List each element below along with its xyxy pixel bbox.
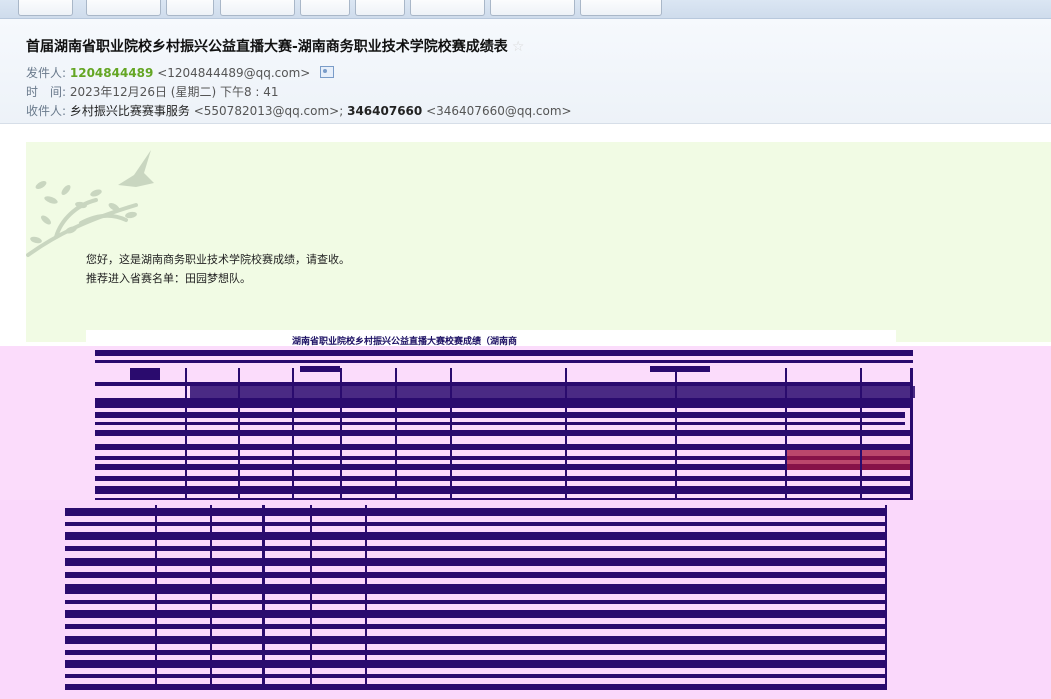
recipient-email[interactable]: <550782013@qq.com>; <box>194 104 344 118</box>
toolbar-button[interactable] <box>490 0 575 16</box>
body-greeting: 您好，这是湖南商务职业技术学院校赛成绩，请查收。 <box>86 253 350 266</box>
toolbar-button[interactable] <box>300 0 350 16</box>
mail-subject: 首届湖南省职业院校乡村振兴公益直播大赛-湖南商务职业技术学院校赛成绩表 ☆ <box>26 36 524 56</box>
sender-label: 发件人: <box>26 66 67 80</box>
time-label: 时 间: <box>26 85 67 99</box>
mail-body-background <box>26 142 1051 342</box>
star-icon[interactable]: ☆ <box>512 39 525 55</box>
toolbar-button[interactable] <box>220 0 295 16</box>
toolbar-button[interactable] <box>580 0 662 16</box>
toolbar-button[interactable] <box>166 0 214 16</box>
subject-text: 首届湖南省职业院校乡村振兴公益直播大赛-湖南商务职业技术学院校赛成绩表 <box>26 39 508 55</box>
recipient-name[interactable]: 346407660 <box>347 104 422 118</box>
toolbar-button[interactable] <box>86 0 161 16</box>
time-value: 2023年12月26日 (星期二) 下午8 : 41 <box>69 85 279 99</box>
time-row: 时 间: 2023年12月26日 (星期二) 下午8 : 41 <box>26 83 279 100</box>
toolbar-button[interactable] <box>18 0 73 16</box>
recipients-row: 收件人: 乡村振兴比赛赛事服务 <550782013@qq.com>; 3464… <box>26 102 572 119</box>
recipient-email[interactable]: <346407660@qq.com> <box>426 104 572 118</box>
mail-header: 首届湖南省职业院校乡村振兴公益直播大赛-湖南商务职业技术学院校赛成绩表 ☆ 发件人… <box>0 19 1051 124</box>
score-table-image-lower <box>0 500 1051 699</box>
recipient-name[interactable]: 乡村振兴比赛赛事服务 <box>70 104 190 118</box>
toolbar-button[interactable] <box>410 0 485 16</box>
body-recommendation: 推荐进入省赛名单：田园梦想队。 <box>86 272 251 285</box>
sender-email[interactable]: <1204844489@qq.com> <box>157 66 310 80</box>
contact-card-icon[interactable] <box>320 66 335 78</box>
sender-row: 发件人: 1204844489 <1204844489@qq.com> <box>26 64 335 81</box>
mail-toolbar <box>0 0 1051 19</box>
recipients-label: 收件人: <box>26 104 67 118</box>
sender-name[interactable]: 1204844489 <box>70 66 154 80</box>
toolbar-button[interactable] <box>355 0 405 16</box>
